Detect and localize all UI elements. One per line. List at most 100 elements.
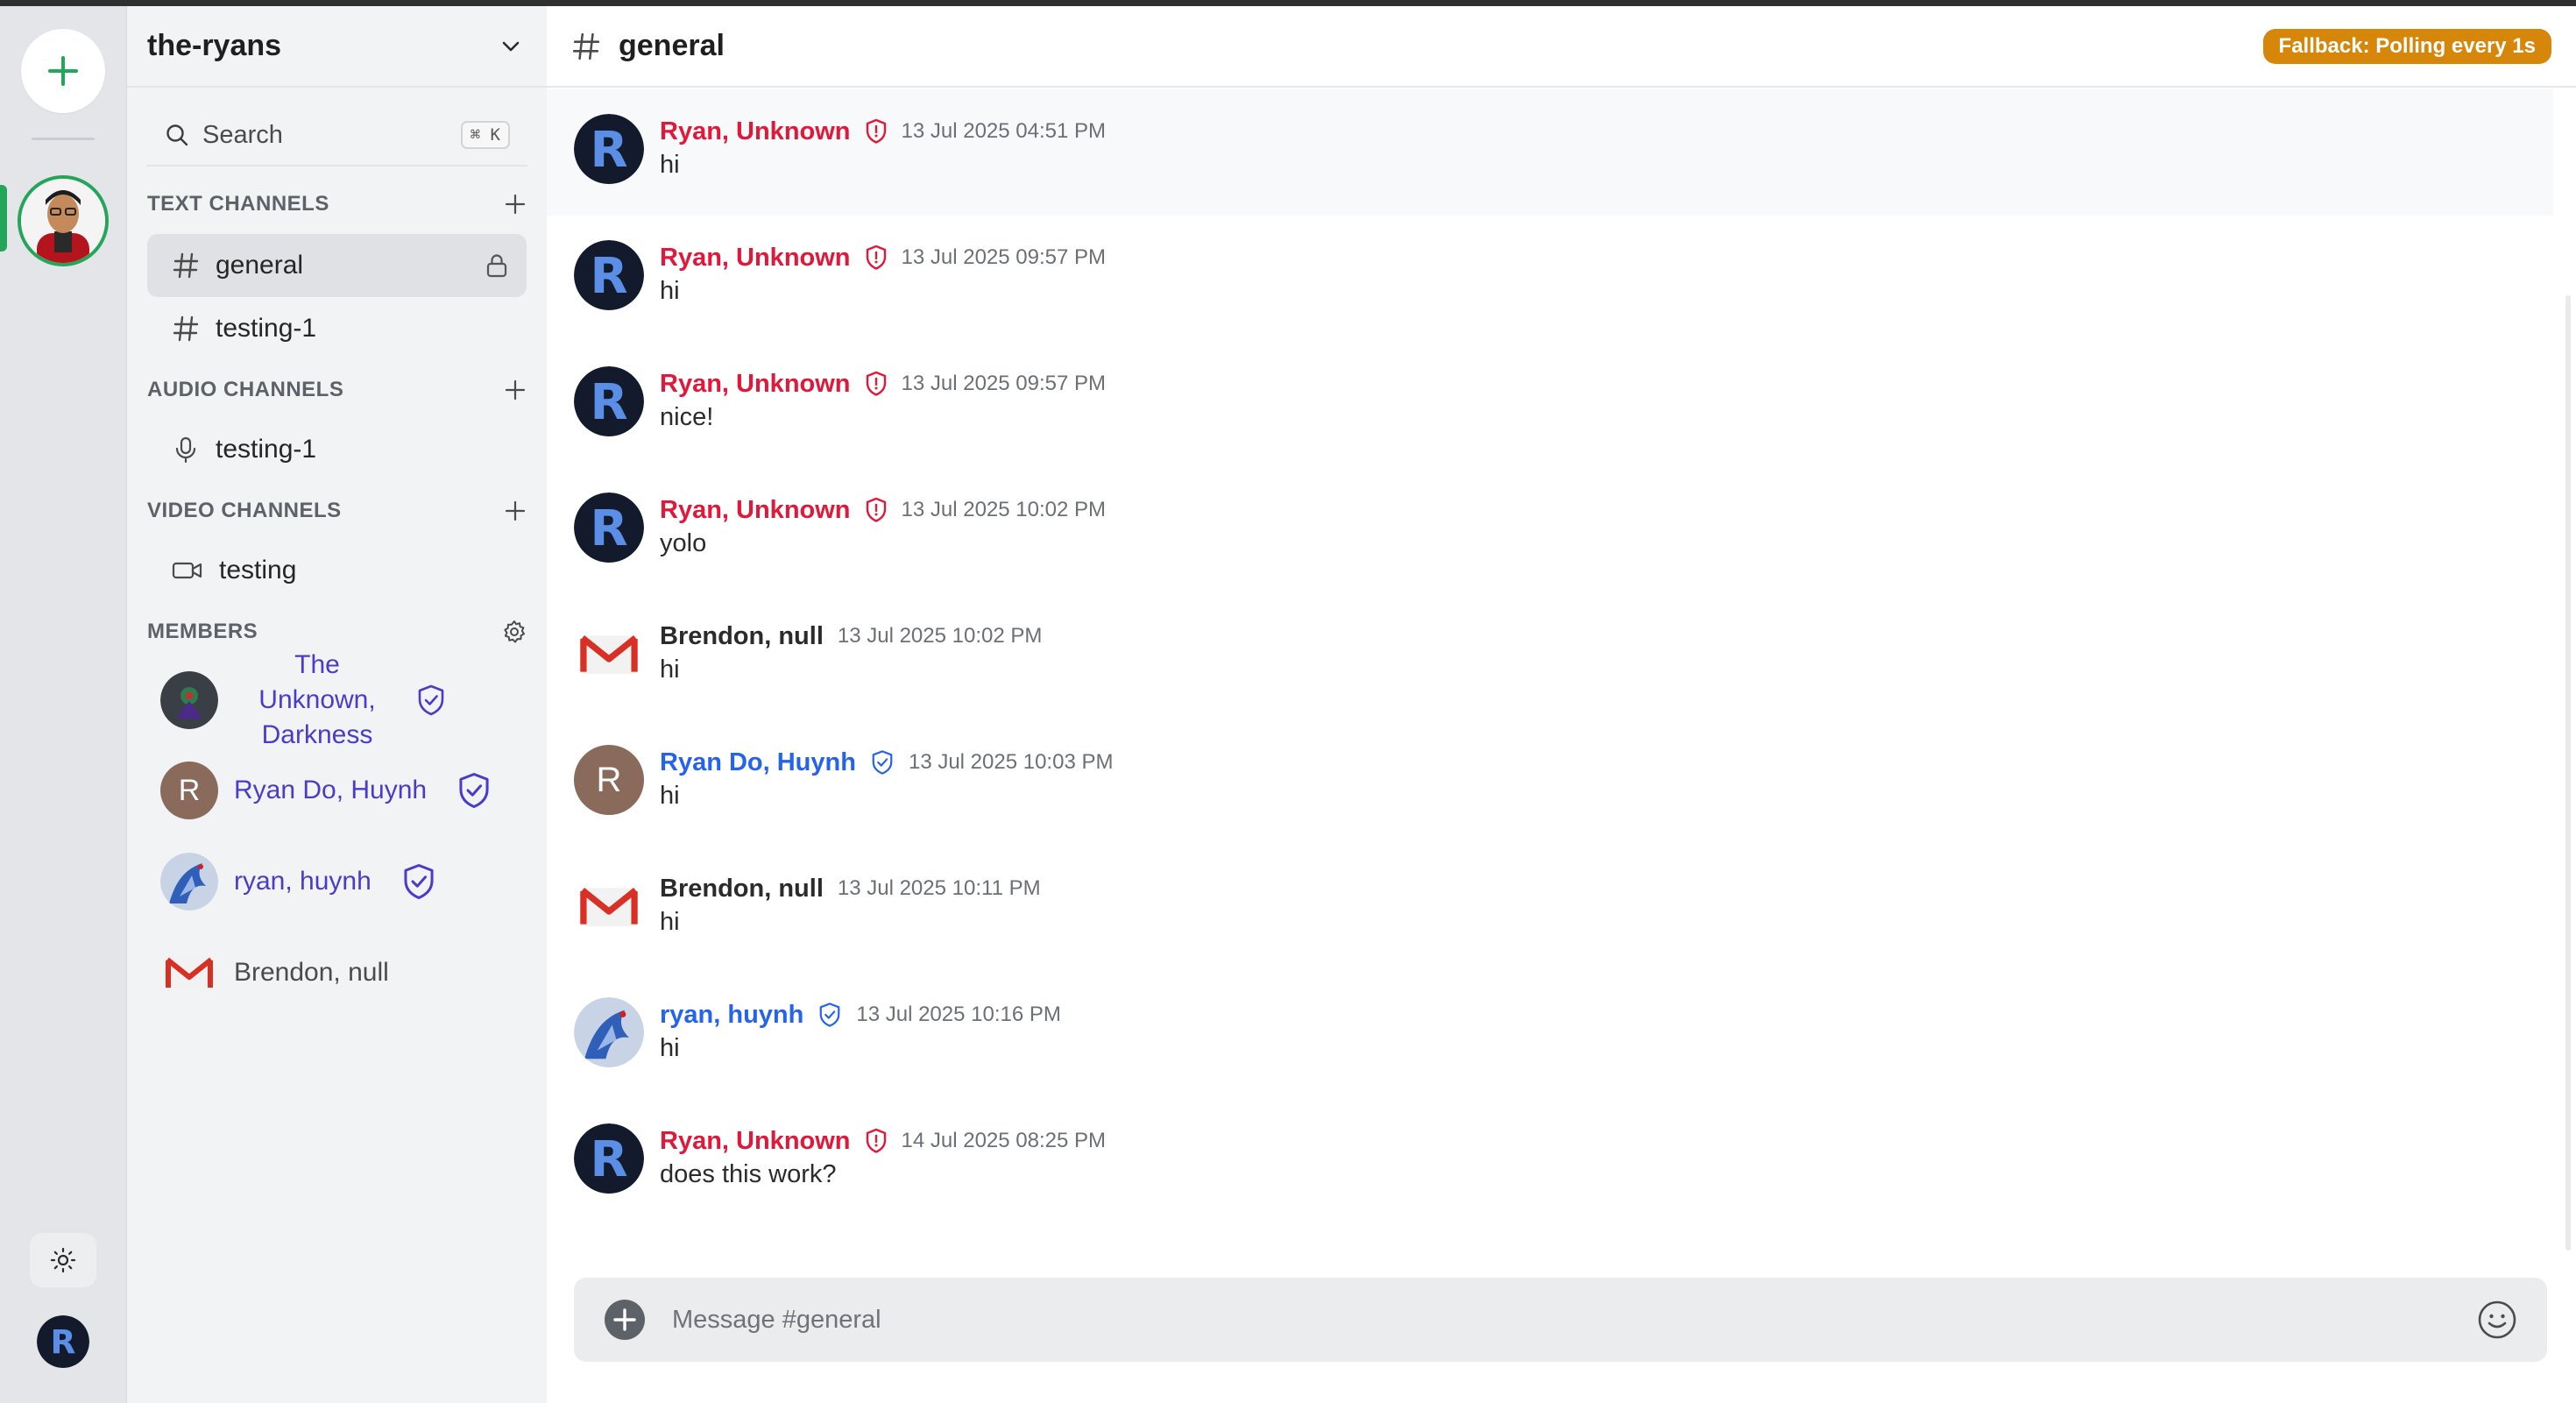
dragon-avatar-image: [574, 997, 644, 1067]
shield-alert-icon: [866, 497, 886, 522]
search-icon: [166, 124, 188, 146]
member-item[interactable]: The Unknown, Darkness: [127, 650, 547, 749]
shield-check-icon: [819, 1003, 840, 1027]
message-author[interactable]: ryan, huynh: [660, 1001, 803, 1030]
message-item[interactable]: R Ryan, Unknown 13 Jul 2025 10:02 PM yol…: [547, 468, 2553, 594]
message-timestamp: 13 Jul 2025 10:16 PM: [856, 1003, 1061, 1026]
message-author[interactable]: Brendon, null: [660, 875, 824, 903]
author-avatar[interactable]: R: [574, 1123, 644, 1194]
author-avatar[interactable]: R: [574, 492, 644, 563]
audio-channels-header: AUDIO CHANNELS: [127, 372, 547, 407]
message-text: nice!: [660, 403, 714, 431]
message-text: hi: [660, 655, 680, 684]
message-item[interactable]: Brendon, null 13 Jul 2025 10:11 PM hi: [547, 847, 2553, 973]
member-name: ryan, huynh: [234, 867, 372, 896]
server-avatar-image: [21, 179, 105, 263]
message-author[interactable]: Brendon, null: [660, 622, 824, 651]
active-server-indicator: [0, 185, 7, 252]
add-audio-channel-icon[interactable]: [503, 378, 527, 402]
add-server-button[interactable]: [21, 29, 105, 113]
emoji-icon[interactable]: [2477, 1300, 2517, 1340]
member-avatar: [160, 853, 218, 911]
message-author[interactable]: Ryan Do, Huynh: [660, 748, 856, 777]
message-author[interactable]: Ryan, Unknown: [660, 496, 851, 525]
attach-plus-icon[interactable]: [604, 1299, 646, 1341]
message-text: yolo: [660, 529, 707, 557]
window-top-edge: [0, 0, 2576, 6]
author-avatar[interactable]: R: [574, 240, 644, 310]
message-item[interactable]: R Ryan, Unknown 13 Jul 2025 04:51 PM hi: [547, 89, 2553, 216]
author-avatar[interactable]: R: [574, 366, 644, 436]
svg-text:R: R: [590, 122, 627, 179]
server-icon-the-ryans[interactable]: [18, 175, 109, 266]
hash-icon: [572, 32, 600, 60]
r-logo-avatar: R: [574, 240, 644, 310]
plus-icon: [48, 56, 78, 86]
member-item[interactable]: Brendon, null: [127, 933, 547, 1012]
chevron-down-icon[interactable]: [498, 33, 524, 60]
member-name: Ryan Do, Huynh: [234, 776, 428, 804]
message-timestamp: 13 Jul 2025 10:03 PM: [908, 750, 1114, 774]
message-item[interactable]: ryan, huynh 13 Jul 2025 10:16 PM hi: [547, 973, 2553, 1099]
member-avatar: [160, 671, 218, 729]
microphone-icon: [175, 436, 196, 464]
author-avatar[interactable]: R: [574, 745, 644, 815]
message-author[interactable]: Ryan, Unknown: [660, 117, 851, 146]
message-input[interactable]: [672, 1305, 2477, 1335]
add-text-channel-icon[interactable]: [503, 192, 527, 216]
r-logo-avatar: R: [37, 1315, 89, 1368]
shield-alert-icon: [866, 244, 886, 270]
rail-divider: [32, 138, 95, 140]
video-channels-title: VIDEO CHANNELS: [147, 499, 342, 522]
video-channels-header: VIDEO CHANNELS: [127, 493, 547, 528]
member-item[interactable]: ryan, huynh: [127, 842, 547, 921]
channel-item-testing-1[interactable]: testing-1: [147, 297, 527, 360]
message-item[interactable]: R Ryan, Unknown 14 Jul 2025 08:25 PM doe…: [547, 1099, 2553, 1225]
video-channel-item-testing[interactable]: testing: [147, 539, 527, 602]
channel-name: testing-1: [216, 435, 317, 464]
server-header[interactable]: the-ryans: [127, 6, 547, 88]
message-item[interactable]: R Ryan, Unknown 13 Jul 2025 09:57 PM hi: [547, 216, 2553, 342]
channel-name: testing-1: [216, 314, 317, 343]
member-item[interactable]: R Ryan Do, Huynh: [127, 751, 547, 830]
members-title: MEMBERS: [147, 620, 258, 643]
gear-icon[interactable]: [501, 619, 527, 645]
current-user-avatar[interactable]: R: [37, 1315, 89, 1368]
message-item[interactable]: R Ryan Do, Huynh 13 Jul 2025 10:03 PM hi: [547, 720, 2553, 847]
shield-alert-icon: [866, 118, 886, 144]
channel-header: general Fallback: Polling every 1s: [547, 6, 2576, 88]
message-timestamp: 13 Jul 2025 09:57 PM: [901, 372, 1107, 395]
message-item[interactable]: Brendon, null 13 Jul 2025 10:02 PM hi: [547, 594, 2553, 720]
members-header: MEMBERS: [127, 614, 547, 649]
gmail-icon: [580, 887, 638, 927]
message-composer: [574, 1278, 2547, 1362]
member-name: The Unknown, Darkness: [258, 650, 376, 749]
author-avatar[interactable]: [574, 619, 644, 689]
message-text: hi: [660, 151, 680, 179]
search-button[interactable]: Search ⌘ K: [146, 105, 527, 167]
author-avatar[interactable]: [574, 997, 644, 1067]
svg-text:R: R: [590, 248, 627, 305]
message-author[interactable]: Ryan, Unknown: [660, 1127, 851, 1156]
channel-item-general[interactable]: general: [147, 234, 527, 297]
channel-sidebar: the-ryans Search ⌘ K TEXT CHANNELS gener…: [127, 6, 547, 1403]
message-timestamp: 13 Jul 2025 10:02 PM: [837, 624, 1043, 648]
message-author[interactable]: Ryan, Unknown: [660, 370, 851, 399]
message-author[interactable]: Ryan, Unknown: [660, 244, 851, 273]
audio-channels-title: AUDIO CHANNELS: [147, 378, 344, 401]
chat-main: general Fallback: Polling every 1s R Rya…: [547, 6, 2576, 1403]
message-timestamp: 13 Jul 2025 10:11 PM: [837, 876, 1041, 900]
audio-channel-item-testing-1[interactable]: testing-1: [147, 418, 527, 481]
message-item[interactable]: R Ryan, Unknown 13 Jul 2025 09:57 PM nic…: [547, 342, 2553, 468]
theme-toggle-button[interactable]: [30, 1233, 96, 1287]
member-avatar: [160, 944, 218, 1002]
message-scrollbar[interactable]: [2565, 295, 2571, 1251]
author-avatar[interactable]: R: [574, 114, 644, 184]
r-logo-avatar: R: [574, 366, 644, 436]
add-video-channel-icon[interactable]: [503, 499, 527, 523]
message-list: R Ryan, Unknown 13 Jul 2025 04:51 PM hi …: [547, 89, 2576, 1264]
svg-text:R: R: [590, 374, 627, 431]
author-avatar[interactable]: [574, 871, 644, 941]
sun-icon: [50, 1247, 76, 1273]
message-timestamp: 14 Jul 2025 08:25 PM: [901, 1129, 1107, 1152]
